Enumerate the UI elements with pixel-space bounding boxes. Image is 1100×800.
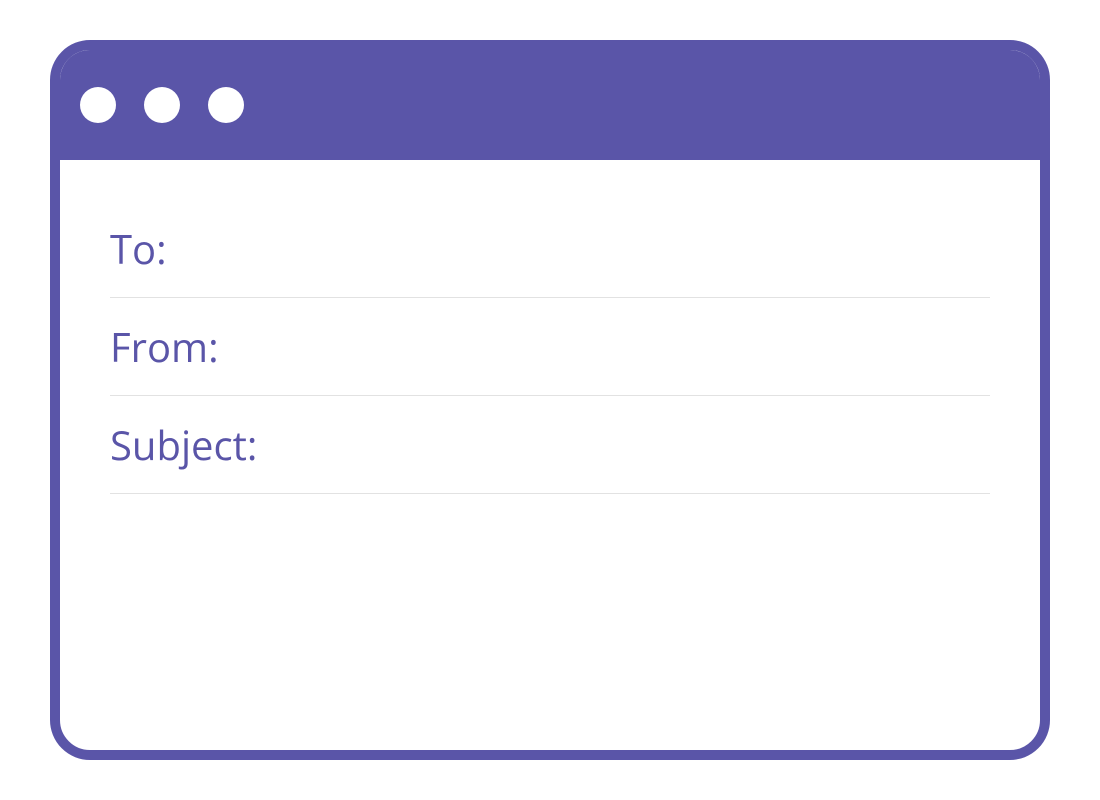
compose-window: To: From: Subject: xyxy=(50,40,1050,760)
to-input[interactable] xyxy=(167,221,990,276)
subject-field-row: Subject: xyxy=(110,396,990,494)
subject-label: Subject: xyxy=(110,417,257,472)
to-field-row: To: xyxy=(110,200,990,298)
from-input[interactable] xyxy=(219,319,990,374)
window-control-dot-icon[interactable] xyxy=(208,87,244,123)
window-control-dot-icon[interactable] xyxy=(144,87,180,123)
window-titlebar xyxy=(60,50,1040,160)
message-body-area[interactable] xyxy=(110,494,990,744)
from-label: From: xyxy=(110,319,219,374)
subject-input[interactable] xyxy=(257,417,990,472)
from-field-row: From: xyxy=(110,298,990,396)
to-label: To: xyxy=(110,221,167,276)
compose-content: To: From: Subject: xyxy=(60,160,1040,744)
window-control-dot-icon[interactable] xyxy=(80,87,116,123)
